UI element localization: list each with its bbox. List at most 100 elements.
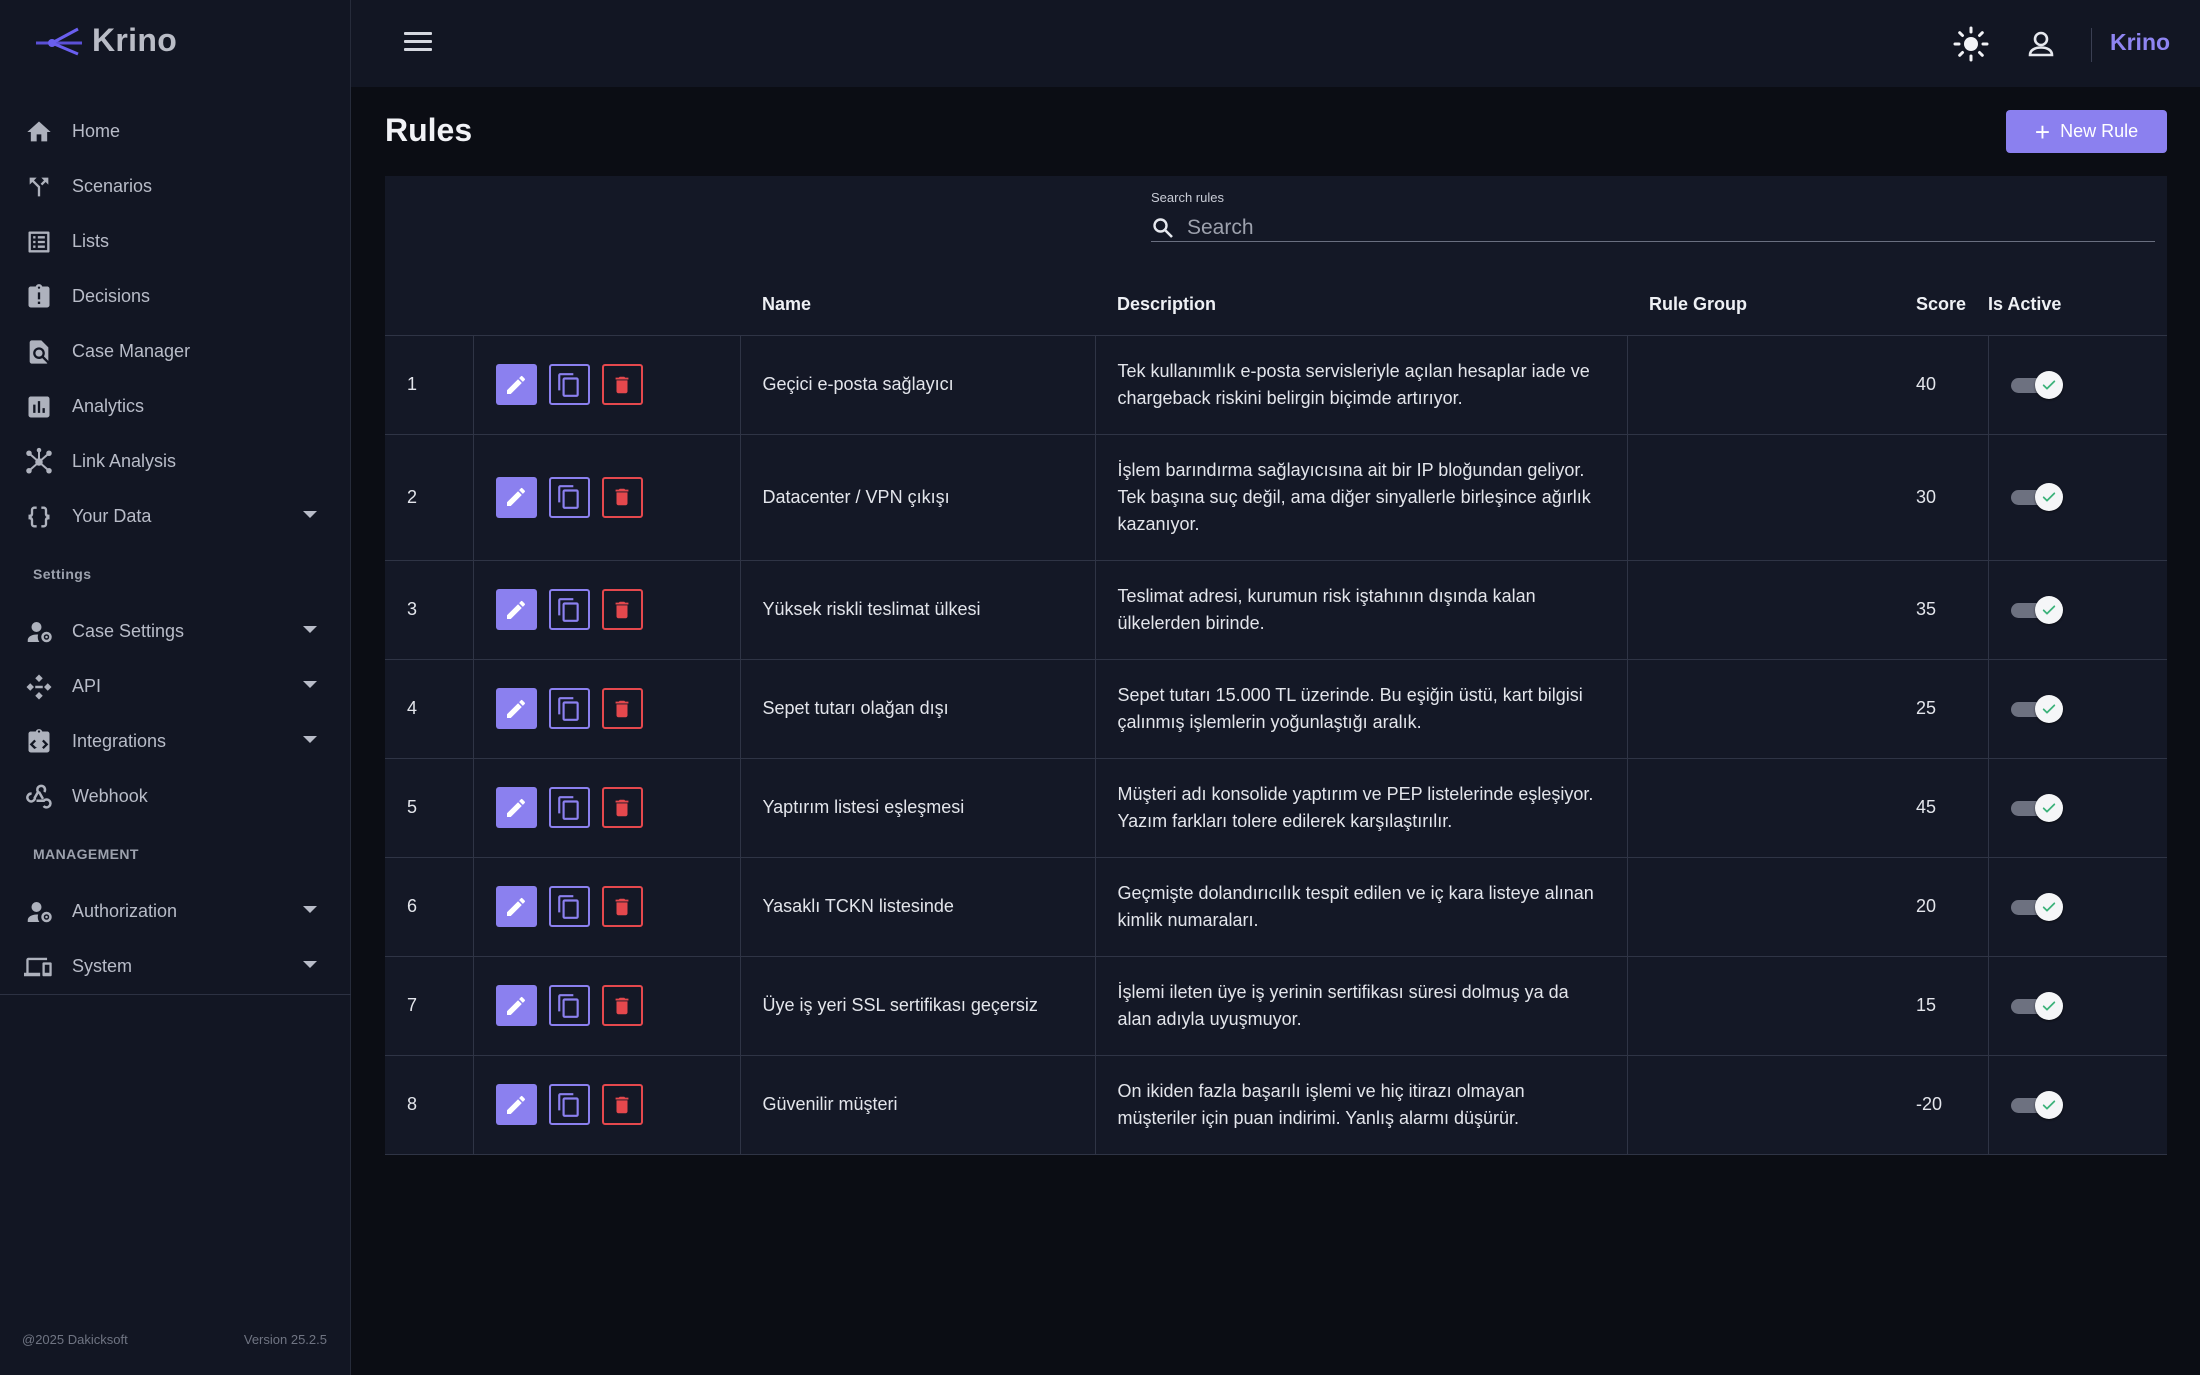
- new-rule-button[interactable]: + New Rule: [2006, 110, 2167, 153]
- logo[interactable]: Krino: [34, 22, 177, 59]
- row-description: Geçmişte dolandırıcılık tespit edilen ve…: [1094, 857, 1627, 957]
- user-gear-icon: [24, 897, 54, 927]
- edit-button[interactable]: [495, 364, 537, 405]
- delete-button[interactable]: [601, 886, 643, 927]
- sidebar-item-case-manager[interactable]: Case Manager: [0, 324, 351, 379]
- toggle-knob: [2034, 1090, 2063, 1119]
- sidebar-item-home[interactable]: Home: [0, 104, 351, 159]
- sidebar-item-label: Case Settings: [72, 621, 185, 641]
- topbar-brand[interactable]: Krino: [2110, 29, 2170, 56]
- toggle-knob: [2034, 991, 2063, 1020]
- table-row: 7 Üye iş yeri SSL sertifikası geçersiz İ…: [385, 956, 2167, 1056]
- page-title: Rules: [385, 112, 473, 148]
- row-rule-group: [1626, 659, 1894, 759]
- table-row: 1 Geçici e-posta sağlayıcı Tek kullanıml…: [385, 335, 2167, 435]
- duplicate-button[interactable]: [548, 985, 590, 1026]
- delete-button[interactable]: [601, 476, 643, 518]
- edit-button[interactable]: [495, 589, 537, 630]
- sidebar-item-analytics[interactable]: Analytics: [0, 379, 351, 434]
- delete-button[interactable]: [601, 589, 643, 630]
- copy-icon: [558, 894, 579, 919]
- active-toggle[interactable]: [2010, 793, 2063, 823]
- sidebar-item-label: Lists: [72, 231, 110, 251]
- sidebar-item-case-settings[interactable]: Case Settings: [0, 604, 351, 659]
- row-actions: [472, 335, 740, 435]
- row-index: 5: [385, 758, 473, 858]
- sidebar-item-your-data[interactable]: Your Data: [0, 489, 351, 544]
- search-label: Search rules: [1151, 190, 1224, 205]
- delete-button[interactable]: [601, 985, 643, 1026]
- active-toggle[interactable]: [2010, 694, 2063, 724]
- search-input[interactable]: [1187, 215, 2087, 240]
- column-header-description[interactable]: Description: [1095, 275, 1627, 336]
- sidebar-item-lists[interactable]: Lists: [0, 214, 351, 269]
- delete-button[interactable]: [601, 787, 643, 828]
- delete-button[interactable]: [601, 1084, 643, 1125]
- check-icon: [2042, 1000, 2055, 1011]
- active-toggle[interactable]: [2010, 482, 2063, 512]
- delete-button[interactable]: [601, 688, 643, 729]
- sidebar-item-system[interactable]: System: [0, 939, 351, 994]
- edit-button[interactable]: [495, 1084, 537, 1125]
- edit-button[interactable]: [495, 985, 537, 1026]
- edit-button[interactable]: [495, 787, 537, 828]
- duplicate-button[interactable]: [548, 589, 590, 630]
- column-header-rule-group[interactable]: Rule Group: [1627, 275, 1894, 336]
- column-header-name[interactable]: Name: [740, 275, 1095, 336]
- sidebar-item-label: API: [72, 676, 102, 696]
- account-button[interactable]: [2021, 24, 2061, 64]
- sidebar-item-integrations[interactable]: Integrations: [0, 714, 351, 769]
- active-toggle[interactable]: [2010, 595, 2063, 625]
- row-name: Güvenilir müşteri: [739, 1055, 1095, 1155]
- row-rule-group: [1626, 434, 1894, 561]
- menu-icon[interactable]: [404, 32, 432, 56]
- duplicate-button[interactable]: [548, 476, 590, 518]
- sidebar-item-authorization[interactable]: Authorization: [0, 884, 351, 939]
- row-actions: [472, 560, 740, 660]
- row-actions: [472, 659, 740, 759]
- trash-icon: [615, 898, 629, 915]
- active-toggle[interactable]: [2010, 892, 2063, 922]
- edit-button[interactable]: [495, 688, 537, 729]
- copy-icon: [558, 372, 579, 397]
- sidebar-item-label: Authorization: [72, 901, 178, 921]
- active-toggle[interactable]: [2010, 370, 2063, 400]
- duplicate-button[interactable]: [548, 688, 590, 729]
- copy-icon: [558, 597, 579, 622]
- delete-button[interactable]: [601, 364, 643, 405]
- edit-button[interactable]: [495, 476, 537, 518]
- sidebar-item-label: System: [72, 956, 133, 976]
- chevron-down-icon: [303, 736, 317, 743]
- sidebar-item-scenarios[interactable]: Scenarios: [0, 159, 351, 214]
- column-header-score[interactable]: Score: [1894, 275, 1988, 336]
- active-toggle[interactable]: [2010, 1090, 2063, 1120]
- theme-toggle-button[interactable]: [1951, 24, 1991, 64]
- row-index: 6: [385, 857, 473, 957]
- sidebar-item-link-analysis[interactable]: Link Analysis: [0, 434, 351, 489]
- sidebar-divider: [0, 994, 351, 995]
- row-is-active: [1987, 857, 2167, 957]
- duplicate-button[interactable]: [548, 364, 590, 405]
- pencil-icon: [507, 1095, 525, 1114]
- trash-icon: [615, 700, 629, 717]
- check-icon: [2042, 604, 2055, 615]
- edit-button[interactable]: [495, 886, 537, 927]
- management-section-title: MANAGEMENT: [33, 846, 139, 862]
- row-is-active: [1987, 956, 2167, 1056]
- copy-icon: [558, 696, 579, 721]
- sidebar-item-api[interactable]: API: [0, 659, 351, 714]
- active-toggle[interactable]: [2010, 991, 2063, 1021]
- duplicate-button[interactable]: [548, 787, 590, 828]
- table-header-row: Name Description Rule Group Score Is Act…: [385, 275, 2167, 336]
- sidebar-item-decisions[interactable]: Decisions: [0, 269, 351, 324]
- row-index: 4: [385, 659, 473, 759]
- duplicate-button[interactable]: [548, 886, 590, 927]
- pencil-icon: [507, 600, 525, 619]
- column-header-is-active[interactable]: Is Active: [1988, 275, 2167, 336]
- sidebar-item-webhook[interactable]: Webhook: [0, 769, 351, 824]
- row-is-active: [1987, 335, 2167, 435]
- bar-chart-icon: [24, 392, 54, 422]
- row-score: 30: [1894, 434, 1988, 561]
- duplicate-button[interactable]: [548, 1084, 590, 1125]
- sun-icon: [1953, 26, 1989, 62]
